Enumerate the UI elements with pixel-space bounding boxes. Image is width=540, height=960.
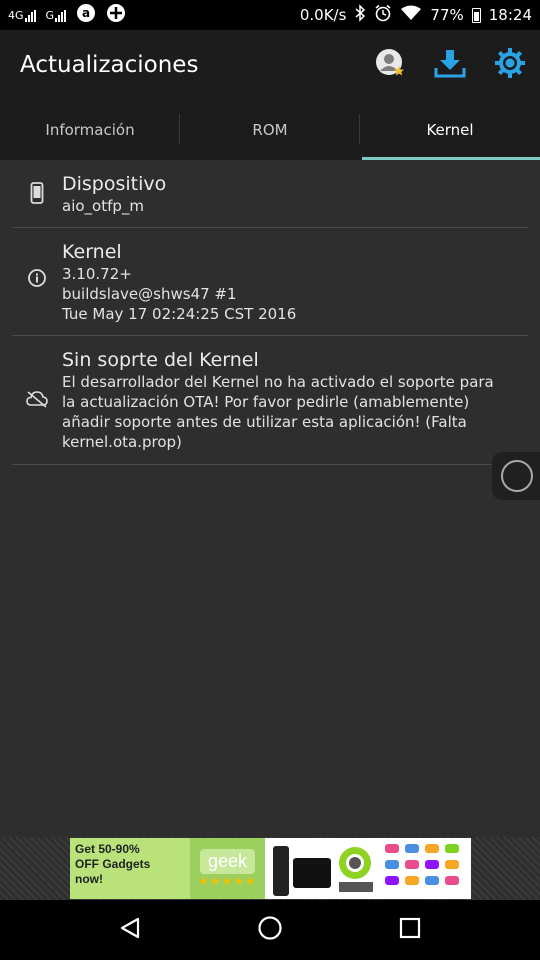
download-button[interactable] (420, 30, 480, 100)
signal-bars-icon (24, 9, 36, 22)
svg-text:a: a (82, 6, 90, 20)
recents-icon (399, 917, 421, 943)
screen: 4G G a 0.0K/s 77% 18:24 Actualizaciones … (0, 0, 540, 960)
tab-label: Información (45, 121, 135, 139)
mobile-signal-1: 4G (8, 9, 36, 22)
app-title: Actualizaciones (20, 52, 199, 78)
item-title: Dispositivo (62, 173, 167, 195)
recents-button[interactable] (380, 900, 440, 960)
cloud-off-icon (26, 390, 48, 412)
item-title: Sin soprte del Kernel (62, 349, 259, 371)
battery-percent: 77% (430, 6, 464, 24)
bluetooth-icon (354, 4, 366, 26)
ad-rating-stars: ★★★★★ (198, 874, 257, 888)
assistive-ring-icon (501, 460, 533, 492)
account-button[interactable] (360, 30, 420, 100)
item-line: Tue May 17 02:24:25 CST 2016 (62, 305, 297, 323)
list-item-kernel-support[interactable]: Sin soprte del Kernel El desarrollador d… (12, 336, 528, 465)
info-icon (27, 268, 47, 292)
floating-assistive-button[interactable] (492, 452, 540, 500)
navigation-bar (0, 900, 540, 960)
tab-label: ROM (252, 121, 288, 139)
status-bar: 4G G a 0.0K/s 77% 18:24 (0, 0, 540, 30)
phone-icon (30, 182, 44, 208)
tab-kernel[interactable]: Kernel (360, 100, 540, 160)
back-button[interactable] (100, 900, 160, 960)
list-item-device[interactable]: Dispositivo aio_otfp_m (12, 160, 528, 228)
network-type-label: 4G (8, 8, 24, 22)
item-line: aio_otfp_m (62, 197, 145, 215)
tab-informacion[interactable]: Información (0, 100, 180, 160)
network-speed: 0.0K/s (299, 6, 347, 24)
ad-brand-logo: geek (199, 849, 256, 874)
signal-bars-icon (55, 9, 67, 22)
ad-brand: geek ★★★★★ (190, 838, 265, 899)
item-line: 3.10.72+ (62, 265, 132, 283)
ad-products-image (265, 838, 471, 899)
ad-text-line: now! (75, 872, 103, 886)
item-line: la actualización OTA! Por favor pedirle … (62, 393, 470, 411)
home-icon (257, 915, 283, 945)
tab-bar: Información ROM Kernel (0, 100, 540, 160)
home-button[interactable] (240, 900, 300, 960)
settings-icon (494, 47, 526, 83)
ad-text-line: Get 50-90% (75, 842, 140, 856)
list-item-kernel[interactable]: Kernel 3.10.72+ buildslave@shws47 #1 Tue… (12, 228, 528, 336)
settings-button[interactable] (480, 30, 540, 100)
tab-label: Kernel (426, 121, 474, 139)
ad-text-line: OFF Gadgets (75, 857, 151, 871)
ad-banner[interactable]: Get 50-90% OFF Gadgets now! geek ★★★★★ (70, 838, 471, 899)
amazon-icon: a (76, 3, 96, 27)
ad-text: Get 50-90% OFF Gadgets now! (70, 838, 190, 899)
mobile-signal-2: G (46, 9, 67, 22)
download-icon (434, 48, 466, 82)
battery-icon (471, 7, 481, 23)
item-title: Kernel (62, 241, 122, 263)
info-list: Dispositivo aio_otfp_m Kernel 3.10.72+ b… (12, 160, 528, 465)
app-bar: Actualizaciones (0, 30, 540, 100)
back-icon (118, 916, 142, 944)
item-line: añadir soporte antes de utilizar esta ap… (62, 413, 467, 431)
notification-icon (106, 3, 126, 27)
item-line: El desarrollador del Kernel no ha activa… (62, 373, 494, 391)
item-line: buildslave@shws47 #1 (62, 285, 237, 303)
network-type-label: G (45, 8, 55, 22)
item-line: kernel.ota.prop) (62, 433, 182, 451)
tab-rom[interactable]: ROM (180, 100, 360, 160)
wifi-icon (400, 5, 422, 25)
clock: 18:24 (488, 6, 532, 24)
account-icon (375, 48, 405, 82)
alarm-icon (374, 4, 392, 26)
